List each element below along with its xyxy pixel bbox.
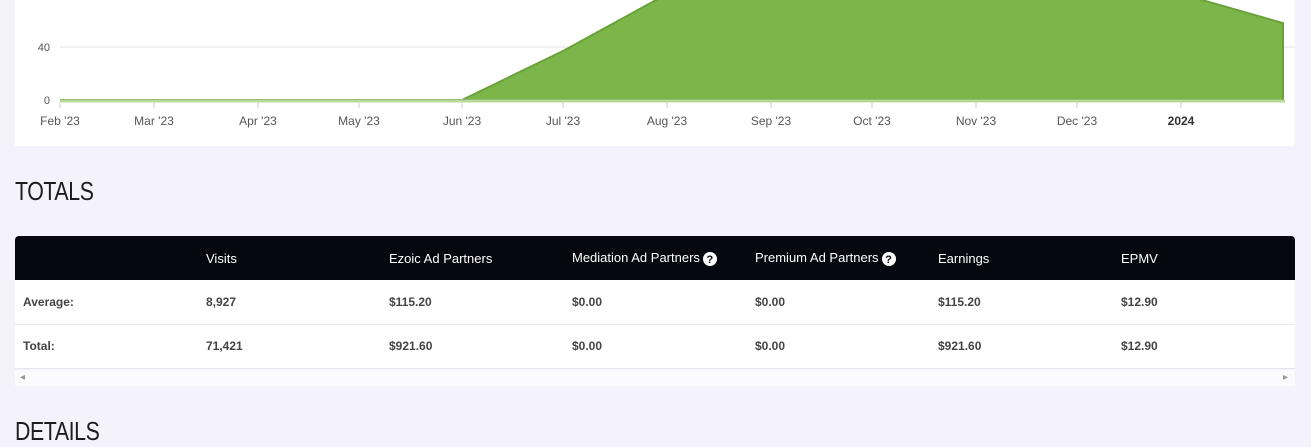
x-tick-label: May '23	[338, 114, 380, 128]
column-header: Earnings	[930, 236, 1113, 280]
x-tick-label: 2024	[1168, 114, 1195, 128]
x-tick-label: Apr '23	[239, 114, 277, 128]
column-header-label: Earnings	[938, 250, 990, 266]
totals-table: Visits Ezoic Ad Partners Mediation Ad Part…	[15, 236, 1295, 369]
row-label: Total:	[23, 339, 55, 353]
details-heading: DETAILS	[15, 416, 100, 446]
table-cell: $12.90	[1121, 294, 1158, 309]
column-header: EPMV	[1113, 236, 1295, 280]
column-header: Visits	[198, 236, 381, 280]
column-header-label: Mediation Ad Partners	[572, 250, 700, 266]
column-header-label: Visits	[206, 250, 237, 266]
table-row: Average: 8,927 $115.20 $0.00 $0.00 $115.20 $12…	[15, 280, 1295, 324]
column-header: Premium Ad Partners?	[747, 236, 930, 280]
totals-heading: TOTALS	[15, 176, 94, 206]
x-tick-label: Aug '23	[647, 114, 688, 128]
y-tick-label: 0	[44, 95, 50, 107]
earnings-chart: 40 0 Feb '23 Mar '23 Apr '23 May '23 Jun '23 Ju…	[15, 0, 1295, 146]
x-tick-label: Oct '23	[853, 114, 891, 128]
column-header-label: Premium Ad Partners	[755, 250, 879, 266]
x-tick-label: Nov '23	[956, 114, 997, 128]
x-tick-label: Sep '23	[751, 114, 792, 128]
scroll-right-icon[interactable]: ▸	[1283, 372, 1288, 383]
x-tick-label: Feb '23	[40, 114, 80, 128]
table-cell: $0.00	[755, 294, 786, 309]
table-cell: $0.00	[572, 294, 603, 309]
table-row: Total: 71,421 $921.60 $0.00 $0.00 $921.60 $12.…	[15, 324, 1295, 368]
x-tick-label: Dec '23	[1057, 114, 1098, 128]
horizontal-scrollbar[interactable]: ◂ ▸	[15, 370, 1295, 386]
column-header: Ezoic Ad Partners	[381, 236, 564, 280]
x-tick-label: Jul '23	[546, 114, 581, 128]
table-cell: $115.20	[938, 294, 981, 309]
y-tick-label: 40	[38, 42, 50, 54]
x-tick-label: Mar '23	[134, 114, 174, 128]
x-tick-label: Jun '23	[443, 114, 482, 128]
table-cell: $12.90	[1121, 339, 1158, 353]
area-chart-svg: 40 0 Feb '23 Mar '23 Apr '23 May '23 Jun '23 Ju…	[38, 0, 1295, 128]
column-header	[15, 236, 198, 280]
area-series	[60, 0, 1284, 101]
help-icon[interactable]: ?	[702, 251, 717, 266]
column-header-label: Ezoic Ad Partners	[389, 250, 493, 266]
row-label: Average:	[23, 294, 74, 309]
column-header-label: EPMV	[1121, 250, 1158, 266]
help-icon[interactable]: ?	[881, 251, 896, 266]
column-header: Mediation Ad Partners?	[564, 236, 747, 280]
table-cell: $0.00	[572, 339, 603, 353]
scroll-left-icon[interactable]: ◂	[20, 372, 25, 383]
table-cell: $0.00	[755, 339, 786, 353]
table-cell: 71,421	[206, 339, 243, 353]
table-cell: $921.60	[938, 339, 982, 353]
table-cell: 8,927	[206, 294, 237, 309]
table-cell: $921.60	[389, 339, 433, 353]
table-header-row: Visits Ezoic Ad Partners Mediation Ad Part…	[15, 236, 1295, 280]
table-cell: $115.20	[389, 294, 432, 309]
